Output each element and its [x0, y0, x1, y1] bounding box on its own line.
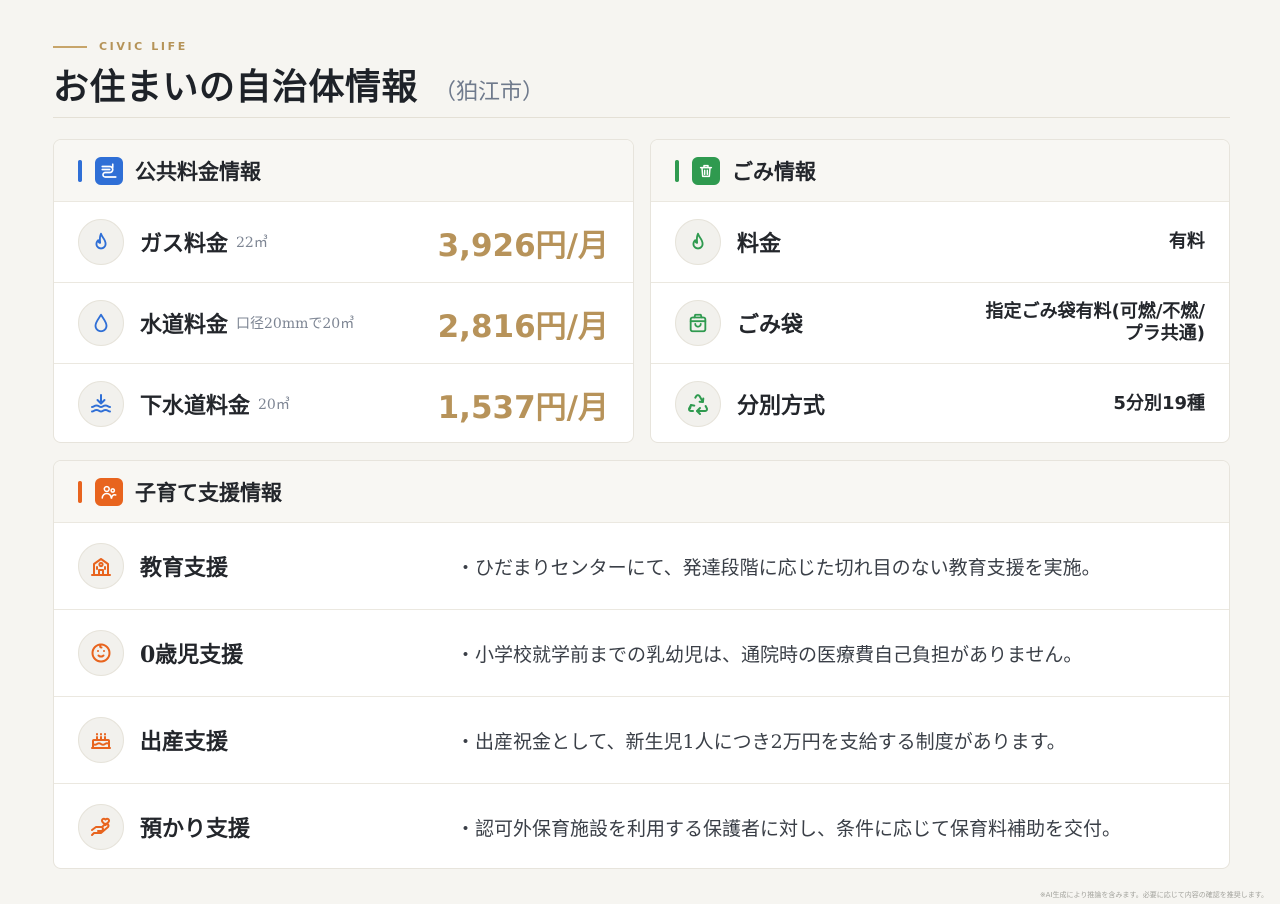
garbage-card-header: ごみ情報: [651, 140, 1229, 202]
baby-icon: [78, 630, 124, 676]
childcare-desc: ・小学校就学前までの乳幼児は、通院時の医療費自己負担がありません。: [456, 643, 1083, 666]
flame-icon: [78, 219, 124, 265]
eyebrow-text: CIVIC LIFE: [99, 40, 188, 53]
childcare-accent-bar: [78, 480, 82, 503]
childcare-label: 0歳児支援: [140, 642, 244, 668]
garbage-value: 指定ごみ袋有料(可燃/不燃/ プラ共通): [986, 301, 1205, 345]
title-row: お住まいの自治体情報 （狛江市）: [53, 58, 544, 110]
childcare-row-infant: 0歳児支援 ・小学校就学前までの乳幼児は、通院時の医療費自己負担がありません。: [54, 610, 1229, 697]
cake-icon: [78, 717, 124, 763]
family-icon: [95, 477, 123, 506]
garbage-accent-bar: [675, 159, 679, 182]
page-header: CIVIC LIFE お住まいの自治体情報 （狛江市）: [53, 36, 1230, 118]
garbage-value-line1: 指定ごみ袋有料(可燃/不燃/: [985, 301, 1205, 322]
utilities-card: 公共料金情報 ガス料金 22㎥ 3,926円/月 水道料金 口径20mmで20㎥…: [53, 139, 634, 443]
utility-row-water: 水道料金 口径20mmで20㎥ 2,816円/月: [54, 283, 633, 364]
childcare-desc: ・出産祝金として、新生児1人につき2万円を支給する制度があります。: [456, 730, 1066, 753]
garbage-row-sorting: 分別方式 5分別19種: [651, 364, 1229, 442]
utility-amount: 2,816円/月: [437, 308, 609, 345]
utility-row-gas: ガス料金 22㎥ 3,926円/月: [54, 202, 633, 283]
ai-disclaimer: ※AI生成により推論を含みます。必要に応じて内容の確認を推奨します。: [1039, 891, 1268, 899]
page: CIVIC LIFE お住まいの自治体情報 （狛江市） 公共料金情報 ガス料金 …: [0, 0, 1280, 904]
eyebrow: CIVIC LIFE: [53, 40, 188, 53]
garbage-label: 料金: [737, 231, 782, 257]
utility-label: 下水道料金: [140, 393, 251, 419]
utility-note: 22㎥: [236, 235, 268, 251]
utility-note: 口径20mmで20㎥: [236, 316, 355, 332]
eyebrow-line: [53, 45, 87, 48]
water-drop-icon: [78, 300, 124, 346]
utility-label: ガス料金: [140, 231, 229, 257]
utility-row-sewage: 下水道料金 20㎥ 1,537円/月: [54, 364, 633, 442]
garbage-label: ごみ袋: [737, 312, 804, 338]
bag-icon: [675, 300, 721, 346]
childcare-row-education: 教育支援 ・ひだまりセンターにて、発達段階に応じた切れ目のない教育支援を実施。: [54, 523, 1229, 610]
page-title: お住まいの自治体情報: [53, 66, 419, 108]
utility-pipe-icon: [95, 156, 123, 185]
sewage-icon: [78, 381, 124, 427]
recycle-icon: [675, 381, 721, 427]
garbage-row-fee: 料金 有料: [651, 202, 1229, 283]
utilities-accent-bar: [78, 159, 82, 182]
school-icon: [78, 543, 124, 589]
garbage-row-bag: ごみ袋 指定ごみ袋有料(可燃/不燃/ プラ共通): [651, 283, 1229, 364]
garbage-value: 5分別19種: [1113, 393, 1205, 414]
utilities-title: 公共料金情報: [135, 158, 261, 184]
garbage-label: 分別方式: [737, 393, 826, 419]
childcare-row-birth: 出産支援 ・出産祝金として、新生児1人につき2万円を支給する制度があります。: [54, 697, 1229, 784]
utility-amount: 3,926円/月: [437, 227, 609, 264]
garbage-card: ごみ情報 料金 有料 ごみ袋 指定ごみ袋有料(可燃/不燃/ プラ共通) 分別方式: [650, 139, 1230, 443]
garbage-value: 有料: [1169, 231, 1205, 252]
trash-icon: [692, 156, 720, 185]
utility-label: 水道料金: [140, 312, 229, 338]
childcare-label: 出産支援: [140, 729, 229, 755]
leaf-flame-icon: [675, 219, 721, 265]
garbage-value-line2: プラ共通): [1124, 323, 1205, 344]
utility-amount: 1,537円/月: [437, 389, 609, 426]
childcare-title: 子育て支援情報: [135, 479, 282, 505]
garbage-title: ごみ情報: [732, 158, 816, 184]
hand-care-icon: [78, 804, 124, 850]
childcare-card-header: 子育て支援情報: [54, 461, 1229, 523]
city-name: （狛江市）: [434, 80, 545, 105]
utility-note: 20㎥: [258, 397, 290, 413]
childcare-label: 教育支援: [140, 555, 229, 581]
childcare-desc: ・ひだまりセンターにて、発達段階に応じた切れ目のない教育支援を実施。: [456, 556, 1101, 579]
childcare-label: 預かり支援: [140, 816, 251, 842]
utilities-card-header: 公共料金情報: [54, 140, 633, 202]
childcare-card: 子育て支援情報 教育支援 ・ひだまりセンターにて、発達段階に応じた切れ目のない教…: [53, 460, 1230, 869]
childcare-row-daycare: 預かり支援 ・認可外保育施設を利用する保護者に対し、条件に応じて保育料補助を交付…: [54, 784, 1229, 868]
childcare-desc: ・認可外保育施設を利用する保護者に対し、条件に応じて保育料補助を交付。: [456, 817, 1122, 840]
